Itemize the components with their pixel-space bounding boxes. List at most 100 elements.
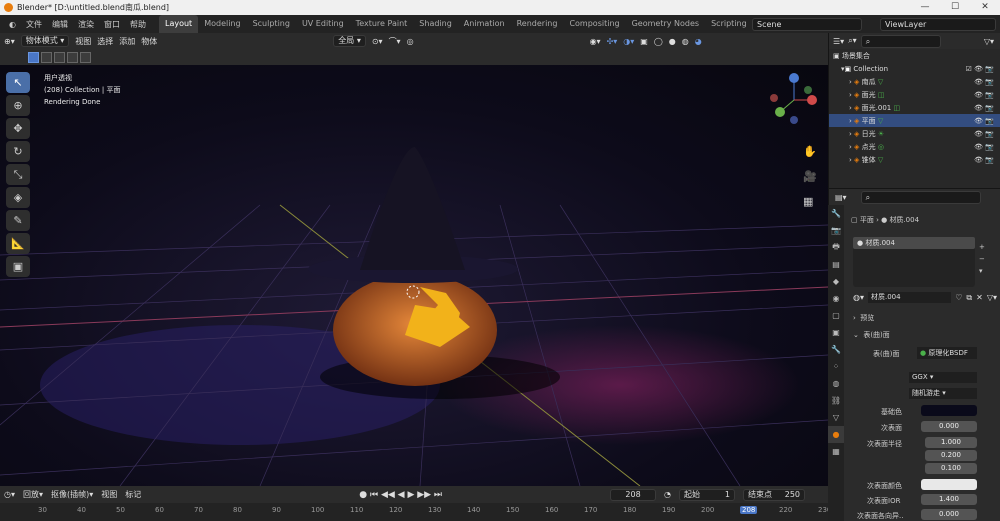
output-tab-icon[interactable]: 🖶: [828, 239, 844, 256]
copy-icon[interactable]: ⧉: [966, 293, 972, 303]
subsurface-aniso-field[interactable]: 0.000: [921, 509, 977, 520]
outliner-item[interactable]: › ◈ 锥体 ▽ 👁 📷: [829, 153, 1000, 166]
end-frame-field[interactable]: 结束点 250: [743, 488, 806, 501]
pan-hand-icon[interactable]: ✋: [803, 145, 817, 158]
world-tab-icon[interactable]: ◉: [828, 290, 844, 307]
radius-x-field[interactable]: 1.000: [925, 437, 977, 448]
outliner-item[interactable]: › ◈ 南瓜 ▽ 👁 📷: [829, 75, 1000, 88]
editor-type-icon[interactable]: ⊕▾: [4, 37, 15, 46]
select-intersect-icon[interactable]: [80, 51, 91, 63]
add-cube-tool-icon[interactable]: ▣: [6, 256, 30, 277]
properties-editor-icon[interactable]: ▤▾: [835, 193, 847, 202]
tab-compositing[interactable]: Compositing: [563, 15, 625, 33]
base-color-swatch[interactable]: [921, 405, 977, 416]
camera-view-icon[interactable]: 🎥: [803, 170, 817, 183]
tab-modeling[interactable]: Modeling: [198, 15, 246, 33]
playback-controls[interactable]: ● ⏮ ◀◀ ◀ ▶ ▶▶ ⏭: [359, 490, 442, 500]
visibility-toggles[interactable]: 👁 📷: [974, 130, 994, 138]
material-name-field[interactable]: 材质.004: [868, 292, 952, 303]
annotate-tool-icon[interactable]: ✎: [6, 210, 30, 231]
visibility-toggles[interactable]: 👁 📷: [974, 156, 994, 164]
tab-rendering[interactable]: Rendering: [511, 15, 564, 33]
filter-icon[interactable]: ▽▾: [984, 37, 994, 46]
expand-arrow-icon[interactable]: ›: [849, 117, 852, 125]
timeline-editor-icon[interactable]: ◷▾: [4, 490, 15, 499]
gizmo-icon[interactable]: ✣▾: [607, 37, 618, 46]
marker-menu[interactable]: 标记: [125, 489, 141, 500]
expand-arrow-icon[interactable]: ›: [849, 130, 852, 138]
tab-geometry-nodes[interactable]: Geometry Nodes: [626, 15, 705, 33]
subsurface-method-dropdown[interactable]: 随机游走 ▾: [909, 388, 977, 399]
collection-toggles[interactable]: ☑ 👁 📷: [966, 65, 994, 73]
pivot-icon[interactable]: ⊙▾: [372, 37, 383, 46]
radius-z-field[interactable]: 0.100: [925, 463, 977, 474]
navigation-gizmo[interactable]: [766, 70, 822, 130]
tab-sculpting[interactable]: Sculpting: [247, 15, 296, 33]
subsurface-ior-field[interactable]: 1.400: [921, 494, 977, 505]
object-menu[interactable]: 物体: [141, 36, 157, 47]
proportional-edit-icon[interactable]: ◎: [407, 37, 414, 46]
outliner-item[interactable]: › ◈ 日光 ☀ 👁 📷: [829, 127, 1000, 140]
physics-tab-icon[interactable]: ◍: [828, 375, 844, 392]
tab-uv-editing[interactable]: UV Editing: [296, 15, 350, 33]
menu-file[interactable]: 文件: [21, 19, 47, 30]
scale-tool-icon[interactable]: ⤡: [6, 164, 30, 185]
fake-user-icon[interactable]: ♡: [955, 293, 962, 302]
view-layer-tab-icon[interactable]: ▤: [828, 256, 844, 273]
radius-y-field[interactable]: 0.200: [925, 450, 977, 461]
preview-panel[interactable]: › 预览: [853, 313, 874, 323]
keying-menu[interactable]: 抠像(插帧)▾: [51, 489, 93, 500]
visibility-toggles[interactable]: 👁 📷: [974, 104, 994, 112]
tab-shading[interactable]: Shading: [413, 15, 458, 33]
measure-tool-icon[interactable]: 📐: [6, 233, 30, 254]
outliner-item[interactable]: › ◈ 平面 ▽ 👁 📷: [829, 114, 1000, 127]
minimize-button[interactable]: —: [910, 0, 940, 15]
3d-viewport[interactable]: [0, 65, 828, 486]
menu-edit[interactable]: 编辑: [47, 19, 73, 30]
visibility-toggles[interactable]: 👁 📷: [974, 78, 994, 86]
material-browse-icon[interactable]: ◍▾: [853, 293, 864, 302]
shading-rendered-icon[interactable]: ◕: [695, 37, 702, 46]
visibility-toggles[interactable]: 👁 📷: [974, 143, 994, 151]
modifier-tab-icon[interactable]: 🔧: [828, 341, 844, 358]
timeline-view-menu[interactable]: 视图: [101, 489, 117, 500]
select-extend-icon[interactable]: [41, 51, 52, 63]
render-tab-icon[interactable]: 📷: [828, 222, 844, 239]
texture-tab-icon[interactable]: ▦: [828, 443, 844, 460]
add-menu[interactable]: 添加: [119, 36, 135, 47]
slot-side-buttons[interactable]: + − ▾: [979, 241, 985, 277]
clock-icon[interactable]: ◔: [664, 490, 671, 499]
particles-tab-icon[interactable]: ⁘: [828, 358, 844, 375]
tab-layout[interactable]: Layout: [158, 15, 199, 33]
view-menu[interactable]: 视图: [75, 36, 91, 47]
xray-icon[interactable]: ▣: [640, 37, 648, 46]
data-tab-icon[interactable]: ▽: [828, 409, 844, 426]
expand-arrow-icon[interactable]: ›: [849, 156, 852, 164]
mode-dropdown[interactable]: 物体模式 ▾: [20, 35, 70, 47]
close-button[interactable]: ✕: [970, 0, 1000, 15]
timeline-ruler[interactable]: 30 40 50 60 70 80 90 100 110 120 130 140 150 160 170 18…: [0, 503, 831, 521]
tab-texture-paint[interactable]: Texture Paint: [350, 15, 414, 33]
expand-arrow-icon[interactable]: ›: [849, 143, 852, 151]
menu-render[interactable]: 渲染: [73, 19, 99, 30]
snap-icon[interactable]: ⌒▾: [389, 36, 401, 47]
expand-arrow-icon[interactable]: ›: [849, 91, 852, 99]
object-tab-icon[interactable]: ▣: [828, 324, 844, 341]
visibility-toggles[interactable]: 👁 📷: [974, 91, 994, 99]
tab-animation[interactable]: Animation: [458, 15, 511, 33]
select-invert-icon[interactable]: [67, 51, 78, 63]
select-subtract-icon[interactable]: [54, 51, 65, 63]
start-frame-field[interactable]: 起始 1: [679, 488, 736, 501]
shader-field[interactable]: ● 原理化BSDF: [917, 347, 977, 359]
select-tool-icon[interactable]: ↖: [6, 72, 30, 93]
menu-help[interactable]: 帮助: [125, 19, 151, 30]
maximize-button[interactable]: ☐: [940, 0, 970, 15]
menu-window[interactable]: 窗口: [99, 19, 125, 30]
select-menu[interactable]: 选择: [97, 36, 113, 47]
perspective-grid-icon[interactable]: ▦: [803, 195, 817, 208]
scene-tab-icon[interactable]: ◆: [828, 273, 844, 290]
current-frame-field[interactable]: 208: [610, 488, 657, 501]
shading-material-icon[interactable]: ◍: [682, 37, 689, 46]
subsurface-color-swatch[interactable]: [921, 479, 977, 490]
shading-wireframe-icon[interactable]: ◯: [654, 37, 663, 46]
